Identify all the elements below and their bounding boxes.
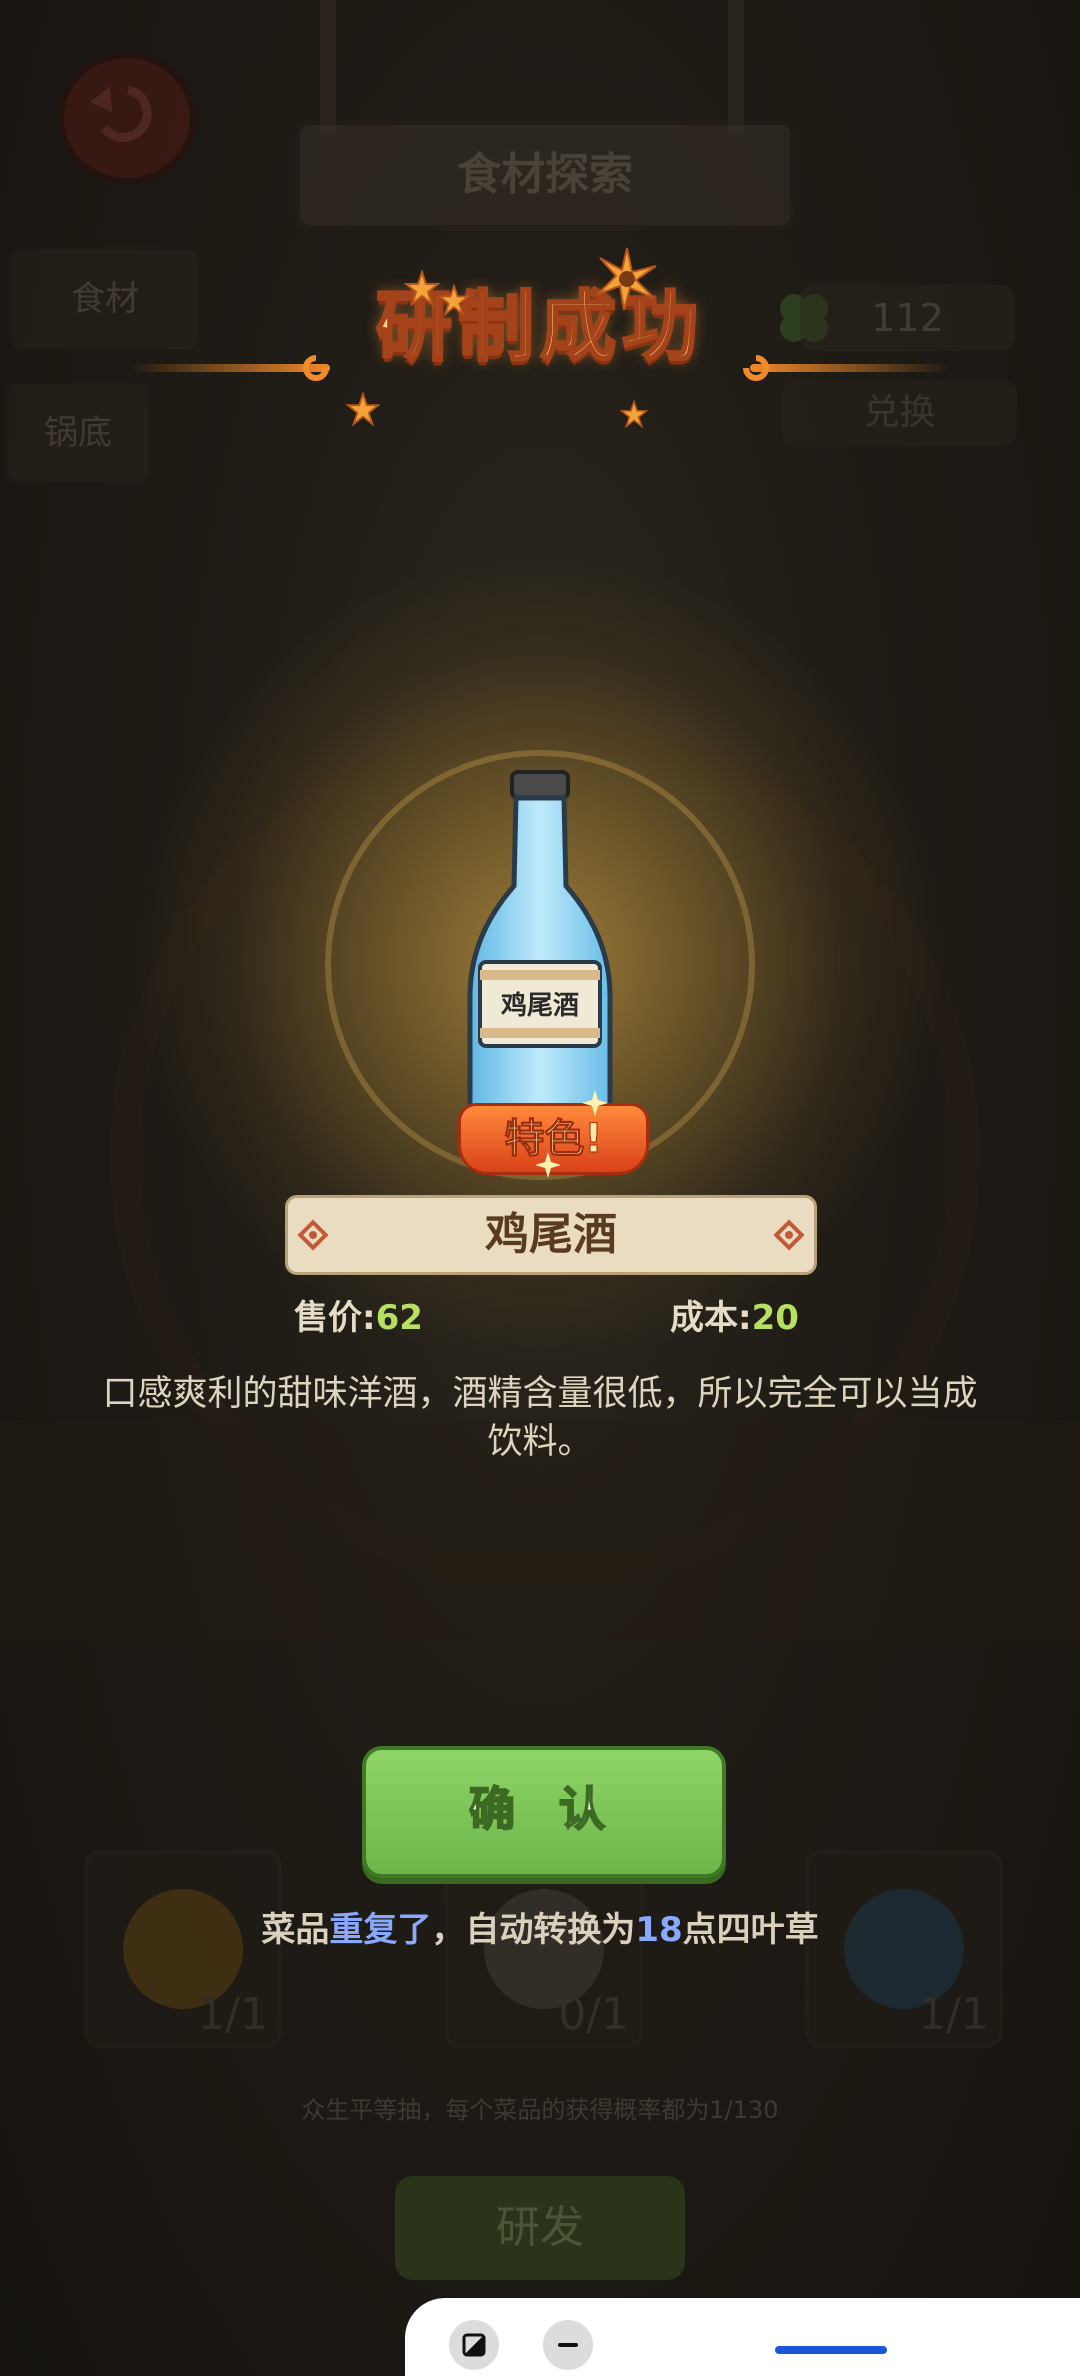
gesture-handle[interactable]	[775, 2346, 887, 2354]
minimize-button[interactable]	[543, 2320, 593, 2370]
confirm-button[interactable]: 确 认	[362, 1746, 726, 1878]
notice-part: 菜品	[261, 1910, 330, 1950]
sparkle-icon	[582, 1090, 608, 1116]
price-separator: :	[362, 1298, 376, 1338]
sparkle-icon	[535, 1152, 561, 1178]
notice-part: ，自动转换为	[431, 1910, 636, 1950]
confirm-button-label: 确 认	[468, 1781, 619, 1837]
item-cost: 成本:20	[670, 1290, 799, 1339]
price-label: 售价	[294, 1298, 362, 1338]
price-value: 62	[375, 1298, 423, 1338]
cost-value: 20	[751, 1298, 799, 1338]
sparkle-star-icon	[346, 392, 380, 426]
sunburst-icon	[597, 247, 657, 311]
screenshot-button[interactable]	[449, 2320, 499, 2370]
develop-button[interactable]: 研发	[395, 2176, 685, 2280]
slot-count: 1/1	[197, 1989, 268, 2040]
cost-separator: :	[738, 1298, 752, 1338]
header-title: 食材探索	[457, 149, 633, 200]
notice-highlight: 重复了	[329, 1910, 432, 1950]
back-button[interactable]	[58, 52, 196, 184]
sparkle-star-icon	[438, 284, 470, 316]
cost-label: 成本	[670, 1298, 738, 1338]
sparkle-star-icon	[404, 270, 440, 306]
item-price: 售价:62	[294, 1290, 423, 1339]
system-nav-bar	[405, 2298, 1080, 2376]
slot-count: 1/1	[918, 1989, 989, 2040]
minimize-icon	[558, 2343, 578, 2347]
header-sign: 食材探索	[295, 120, 795, 230]
slot-count: 0/1	[558, 1989, 629, 2040]
item-name-bar: 鸡尾酒	[285, 1195, 817, 1275]
probability-hint: 众生平等抽，每个菜品的获得概率都为1/130	[301, 2096, 779, 2124]
duplicate-notice: 菜品重复了，自动转换为18点四叶草	[0, 1902, 1080, 1951]
notice-part: 点四叶草	[682, 1910, 819, 1950]
item-description: 口感爽利的甜味洋酒，酒精含量很低，所以完全可以当成饮料。	[102, 1374, 978, 1462]
result-title-banner: 研制成功	[0, 220, 1080, 428]
item-name: 鸡尾酒	[485, 1209, 617, 1260]
sign-rope-right	[728, 0, 744, 135]
sign-rope-left	[320, 0, 336, 135]
bottle-label: 鸡尾酒	[500, 990, 579, 1021]
screenshot-icon	[462, 2333, 486, 2357]
sparkle-star-icon	[620, 400, 648, 428]
notice-amount: 18	[635, 1910, 683, 1950]
back-arrow-icon	[90, 85, 152, 142]
develop-button-label: 研发	[496, 2202, 584, 2253]
result-title: 研制成功	[375, 281, 704, 373]
